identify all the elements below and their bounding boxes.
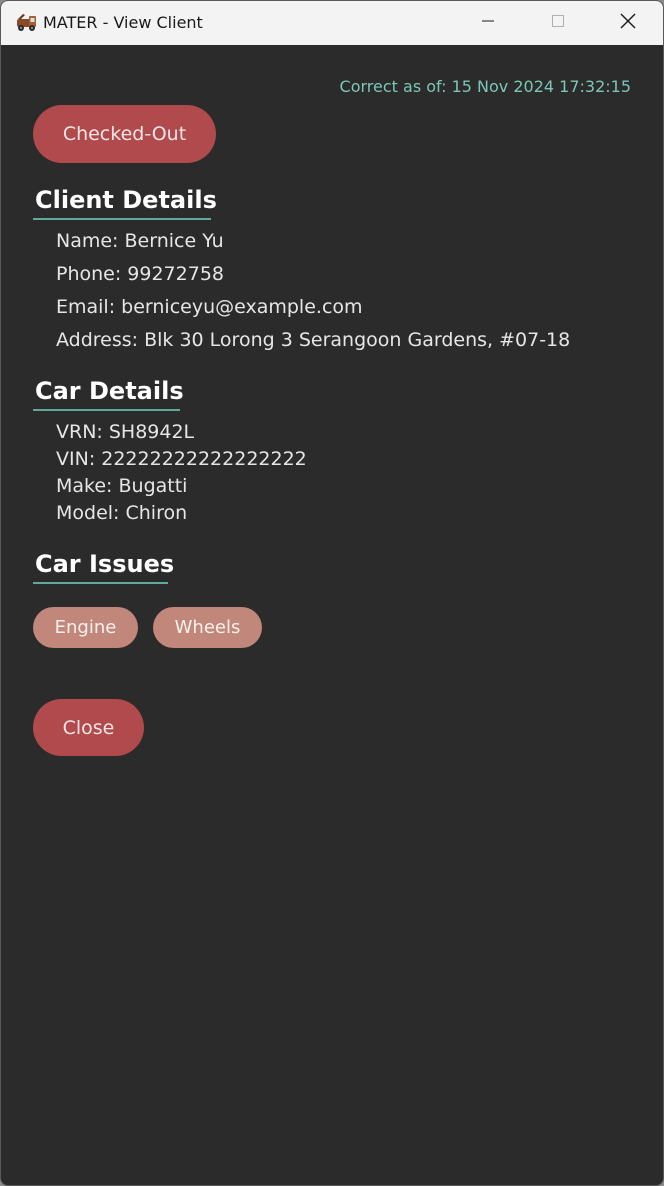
title-bar[interactable]: MATER - View Client <box>1 1 663 45</box>
client-address: Address: Blk 30 Lorong 3 Serangoon Garde… <box>56 329 571 351</box>
minimize-icon <box>480 13 496 33</box>
close-window-button[interactable] <box>593 1 663 45</box>
client-details-title: Client Details <box>35 186 217 214</box>
last-updated-timestamp: Correct as of: 15 Nov 2024 17:32:15 <box>339 77 631 96</box>
maximize-icon <box>550 13 566 33</box>
issue-chip[interactable]: Engine <box>33 607 138 648</box>
car-details-underline <box>33 409 180 411</box>
car-vin: VIN: 22222222222222222 <box>56 448 307 470</box>
minimize-button[interactable] <box>453 1 523 45</box>
car-issues-underline <box>33 582 168 584</box>
window-title: MATER - View Client <box>43 13 203 32</box>
status-button[interactable]: Checked-Out <box>33 105 216 163</box>
client-email: Email: berniceyu@example.com <box>56 296 363 318</box>
client-details-underline <box>33 218 211 220</box>
close-icon <box>619 12 637 34</box>
maximize-button[interactable] <box>523 1 593 45</box>
car-vrn: VRN: SH8942L <box>56 421 195 443</box>
car-make: Make: Bugatti <box>56 475 188 497</box>
client-phone: Phone: 99272758 <box>56 263 225 285</box>
close-button[interactable]: Close <box>33 699 144 756</box>
view-client-window: MATER - View Client Correct as of: 15 No… <box>0 0 664 1186</box>
car-model: Model: Chiron <box>56 502 188 524</box>
client-name: Name: Bernice Yu <box>56 230 224 252</box>
car-details-title: Car Details <box>35 377 184 405</box>
client-view-content: Correct as of: 15 Nov 2024 17:32:15 Chec… <box>1 45 663 1185</box>
tow-truck-icon <box>15 13 39 33</box>
car-issues-title: Car Issues <box>35 550 175 578</box>
issue-chip[interactable]: Wheels <box>153 607 262 648</box>
